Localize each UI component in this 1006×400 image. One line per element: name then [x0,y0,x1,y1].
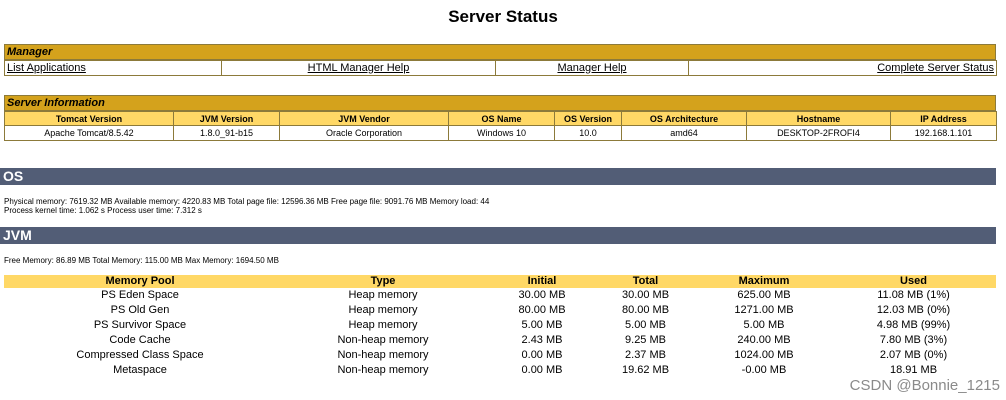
table-cell: 80.00 MB [621,304,670,316]
table-cell: 9.25 MB [625,334,666,346]
table-cell: 1271.00 MB [734,304,794,316]
table-cell: PS Old Gen [110,304,170,316]
table-cell: Heap memory [348,304,418,316]
table-cell: 240.00 MB [737,334,791,346]
list-applications-link[interactable]: List Applications [7,62,86,74]
table-cell: 80.00 MB [518,304,566,316]
column-header: Memory Pool [4,275,276,288]
table-cell: Compressed Class Space [76,349,204,361]
column-header: Maximum [697,275,831,288]
table-row: Compressed Class Space Non-heap memory 0… [4,348,996,363]
server-info-row: Apache Tomcat/8.5.42 1.8.0_91-b15 Oracle… [4,125,997,141]
os-version-value: 10.0 [554,125,622,141]
table-cell: Non-heap memory [337,349,429,361]
column-header: Type [276,275,490,288]
column-header: Tomcat Version [4,111,174,126]
manager-section: Manager List Applications HTML Manager H… [4,44,997,76]
column-header: OS Name [448,111,555,126]
os-process-time-line: Process kernel time: 1.062 s Process use… [4,206,202,215]
table-cell: 30.00 MB [518,289,566,301]
os-section-title: OS [0,168,996,185]
table-row: Metaspace Non-heap memory 0.00 MB 19.62 … [4,363,996,378]
table-cell: Metaspace [113,364,167,376]
table-cell: 0.00 MB [521,349,563,361]
manager-header: Manager [4,44,996,60]
complete-server-status-link[interactable]: Complete Server Status [877,62,994,74]
table-cell: 2.43 MB [521,334,563,346]
manager-help-link[interactable]: Manager Help [557,62,626,74]
jvm-vendor-value: Oracle Corporation [279,125,449,141]
table-cell: Code Cache [109,334,171,346]
table-cell: 5.00 MB [743,319,785,331]
page-title: Server Status [448,7,558,26]
os-memory-line: Physical memory: 7619.32 MB Available me… [4,197,490,206]
memory-pool-header-row: Memory Pool Type Initial Total Maximum U… [4,275,996,288]
column-header: IP Address [890,111,997,126]
hostname-value: DESKTOP-2FROFI4 [746,125,891,141]
table-row: Code Cache Non-heap memory 2.43 MB 9.25 … [4,333,996,348]
jvm-memory-summary: Free Memory: 86.89 MB Total Memory: 115.… [4,256,279,265]
table-cell: Heap memory [348,319,418,331]
csdn-watermark: CSDN @Bonnie_1215 [849,377,1000,394]
server-info-section: Server Information Tomcat Version JVM Ve… [4,95,997,141]
table-cell: 1024.00 MB [734,349,794,361]
html-manager-help-link[interactable]: HTML Manager Help [308,62,410,74]
table-cell: -0.00 MB [741,364,787,376]
server-info-header: Server Information [4,95,996,111]
table-cell: Heap memory [348,289,418,301]
table-row: PS Survivor Space Heap memory 5.00 MB 5.… [4,318,996,333]
column-header: JVM Version [173,111,280,126]
table-cell: PS Survivor Space [93,319,187,331]
table-cell: 0.00 MB [521,364,563,376]
jvm-section-title: JVM [0,227,996,244]
table-cell: 18.91 MB [889,364,938,376]
manager-links-table: List Applications HTML Manager Help Mana… [4,60,997,76]
memory-pool-table: Memory Pool Type Initial Total Maximum U… [4,275,996,378]
table-cell: Non-heap memory [337,364,429,376]
column-header: Total [594,275,697,288]
table-cell: 2.37 MB [625,349,666,361]
table-cell: 5.00 MB [521,319,563,331]
table-row: PS Eden Space Heap memory 30.00 MB 30.00… [4,288,996,303]
column-header: OS Version [554,111,622,126]
tomcat-version-value: Apache Tomcat/8.5.42 [4,125,174,141]
table-cell: 19.62 MB [621,364,670,376]
table-cell: 30.00 MB [621,289,670,301]
table-cell: 2.07 MB (0%) [879,349,948,361]
column-header: JVM Vendor [279,111,449,126]
table-cell: 11.08 MB (1%) [877,289,950,301]
jvm-version-value: 1.8.0_91-b15 [173,125,280,141]
table-cell: 625.00 MB [737,289,791,301]
os-architecture-value: amd64 [621,125,747,141]
column-header: OS Architecture [621,111,747,126]
server-info-header-row: Tomcat Version JVM Version JVM Vendor OS… [4,111,997,126]
table-row: PS Old Gen Heap memory 80.00 MB 80.00 MB… [4,303,996,318]
table-cell: 12.03 MB (0%) [876,304,951,316]
table-cell: 5.00 MB [625,319,666,331]
table-cell: 7.80 MB (3%) [879,334,948,346]
ip-address-value: 192.168.1.101 [890,125,997,141]
server-info-table: Tomcat Version JVM Version JVM Vendor OS… [4,111,997,141]
os-name-value: Windows 10 [448,125,555,141]
table-cell: Non-heap memory [337,334,429,346]
column-header: Used [831,275,996,288]
column-header: Hostname [746,111,891,126]
column-header: Initial [490,275,594,288]
table-cell: PS Eden Space [101,289,179,301]
table-cell: 4.98 MB (99%) [876,319,951,331]
